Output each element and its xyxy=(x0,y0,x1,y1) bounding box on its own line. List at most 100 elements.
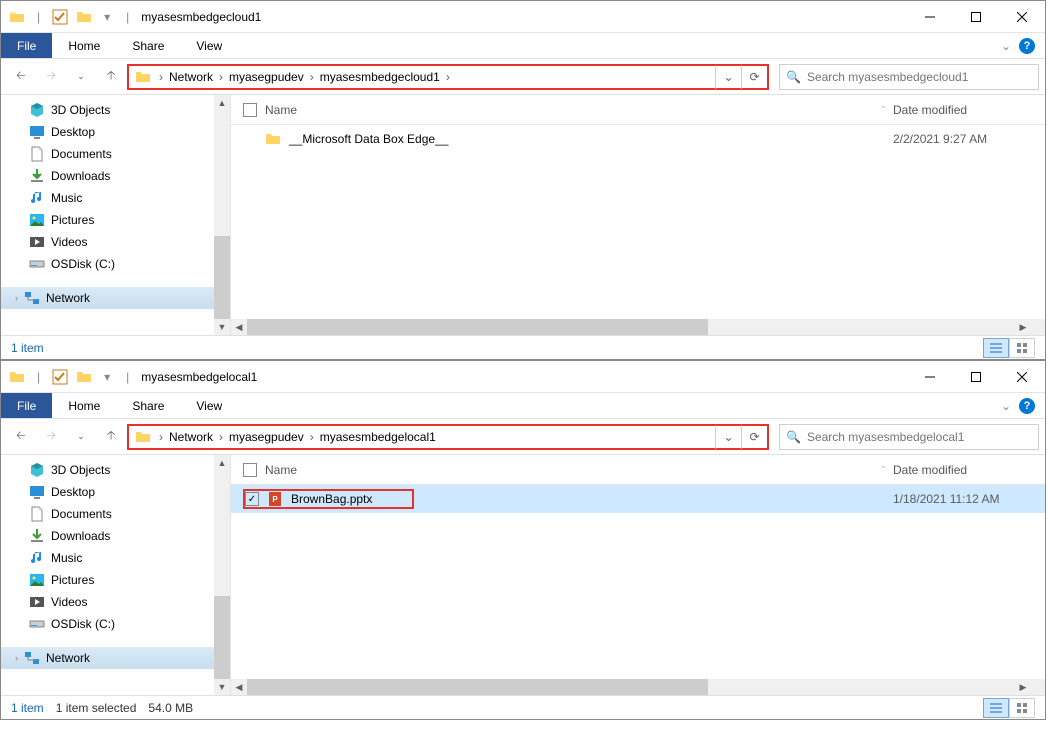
back-button[interactable]: 🡠 xyxy=(7,63,35,91)
up-button[interactable]: 🡡 xyxy=(97,63,125,91)
search-input[interactable] xyxy=(807,70,1032,84)
scroll-thumb[interactable] xyxy=(247,319,708,335)
chevron-right-icon[interactable]: › xyxy=(217,430,225,444)
breadcrumb-segment[interactable]: Network xyxy=(165,430,217,444)
share-tab[interactable]: Share xyxy=(116,33,180,58)
chevron-right-icon[interactable]: › xyxy=(308,430,316,444)
chevron-right-icon[interactable]: › xyxy=(15,653,18,663)
sidebar-item-music[interactable]: Music xyxy=(1,187,230,209)
address-dropdown[interactable]: ⌄ xyxy=(715,65,741,89)
scroll-up-icon[interactable]: ▲ xyxy=(214,455,230,471)
search-input[interactable] xyxy=(807,430,1032,444)
column-name[interactable]: Name xyxy=(265,463,297,477)
scrollbar-vertical[interactable]: ▲▼ xyxy=(214,455,230,695)
chevron-right-icon[interactable]: › xyxy=(308,70,316,84)
address-bar[interactable]: › Network › myasegpudev › myasesmbedgelo… xyxy=(127,424,769,450)
sidebar-item-3d-objects[interactable]: 3D Objects xyxy=(1,99,230,121)
recent-dropdown[interactable]: ⌄ xyxy=(67,63,95,91)
file-name[interactable]: BrownBag.pptx xyxy=(291,492,372,506)
scroll-down-icon[interactable]: ▼ xyxy=(214,679,230,695)
home-tab[interactable]: Home xyxy=(52,393,116,418)
sidebar-item-videos[interactable]: Videos xyxy=(1,231,230,253)
icons-view-button[interactable] xyxy=(1009,698,1035,718)
details-view-button[interactable] xyxy=(983,698,1009,718)
close-button[interactable] xyxy=(999,1,1045,33)
column-date[interactable]: Date modified xyxy=(893,463,1033,477)
dropdown-icon[interactable]: ▾ xyxy=(104,370,110,384)
sidebar-item-documents[interactable]: Documents xyxy=(1,143,230,165)
scroll-right-icon[interactable]: ▶ xyxy=(1015,679,1031,695)
details-view-button[interactable] xyxy=(983,338,1009,358)
refresh-button[interactable]: ⟳ xyxy=(741,425,767,449)
chevron-right-icon[interactable]: › xyxy=(15,293,18,303)
sidebar-item-pictures[interactable]: Pictures xyxy=(1,569,230,591)
sidebar-item-pictures[interactable]: Pictures xyxy=(1,209,230,231)
sidebar-item-osdisk[interactable]: OSDisk (C:) xyxy=(1,253,230,275)
icons-view-button[interactable] xyxy=(1009,338,1035,358)
checkbox-icon[interactable] xyxy=(52,369,68,385)
dropdown-icon[interactable]: ▾ xyxy=(104,10,110,24)
file-row[interactable]: __Microsoft Data Box Edge__ 2/2/2021 9:2… xyxy=(231,125,1045,153)
nav-pane[interactable]: 3D Objects Desktop Documents Downloads M… xyxy=(1,95,231,335)
chevron-down-icon[interactable]: ⌄ xyxy=(1001,39,1011,53)
sidebar-item-music[interactable]: Music xyxy=(1,547,230,569)
sidebar-item-downloads[interactable]: Downloads xyxy=(1,165,230,187)
search-box[interactable]: 🔍 xyxy=(779,64,1039,90)
help-icon[interactable]: ? xyxy=(1019,38,1035,54)
breadcrumb-segment[interactable]: myasesmbedgelocal1 xyxy=(316,430,440,444)
back-button[interactable]: 🡠 xyxy=(7,423,35,451)
title-bar[interactable]: | ▾ | myasesmbedgecloud1 xyxy=(1,1,1045,33)
chevron-right-icon[interactable]: › xyxy=(157,430,165,444)
column-name[interactable]: Name xyxy=(265,103,297,117)
sidebar-item-desktop[interactable]: Desktop xyxy=(1,481,230,503)
scroll-down-icon[interactable]: ▼ xyxy=(214,319,230,335)
forward-button[interactable]: 🡢 xyxy=(37,63,65,91)
close-button[interactable] xyxy=(999,361,1045,393)
file-checkbox[interactable]: ✓ xyxy=(245,492,259,506)
scrollbar-horizontal[interactable]: ◀▶ xyxy=(231,319,1031,335)
scroll-right-icon[interactable]: ▶ xyxy=(1015,319,1031,335)
scroll-left-icon[interactable]: ◀ xyxy=(231,679,247,695)
scrollbar-horizontal[interactable]: ◀▶ xyxy=(231,679,1031,695)
scroll-up-icon[interactable]: ▲ xyxy=(214,95,230,111)
chevron-right-icon[interactable]: › xyxy=(217,70,225,84)
file-list[interactable]: Name ˆ Date modified __Microsoft Data Bo… xyxy=(231,95,1045,335)
sidebar-item-osdisk[interactable]: OSDisk (C:) xyxy=(1,613,230,635)
checkbox-icon[interactable] xyxy=(52,9,68,25)
refresh-button[interactable]: ⟳ xyxy=(741,65,767,89)
view-tab[interactable]: View xyxy=(180,33,238,58)
file-tab[interactable]: File xyxy=(1,393,52,418)
sidebar-item-desktop[interactable]: Desktop xyxy=(1,121,230,143)
chevron-down-icon[interactable]: ⌄ xyxy=(1001,399,1011,413)
file-row[interactable]: ✓ P BrownBag.pptx 1/18/2021 11:12 AM xyxy=(231,485,1045,513)
share-tab[interactable]: Share xyxy=(116,393,180,418)
scroll-left-icon[interactable]: ◀ xyxy=(231,319,247,335)
home-tab[interactable]: Home xyxy=(52,33,116,58)
scroll-thumb[interactable] xyxy=(247,679,708,695)
sidebar-item-downloads[interactable]: Downloads xyxy=(1,525,230,547)
sidebar-item-network[interactable]: ›Network xyxy=(1,287,230,309)
file-tab[interactable]: File xyxy=(1,33,52,58)
chevron-right-icon[interactable]: › xyxy=(157,70,165,84)
recent-dropdown[interactable]: ⌄ xyxy=(67,423,95,451)
sidebar-item-network[interactable]: ›Network xyxy=(1,647,230,669)
view-tab[interactable]: View xyxy=(180,393,238,418)
column-date[interactable]: Date modified xyxy=(893,103,1033,117)
chevron-right-icon[interactable]: › xyxy=(444,70,452,84)
select-all-checkbox[interactable] xyxy=(243,463,257,477)
address-dropdown[interactable]: ⌄ xyxy=(715,425,741,449)
sidebar-item-documents[interactable]: Documents xyxy=(1,503,230,525)
sort-indicator-icon[interactable]: ˆ xyxy=(882,465,885,475)
address-bar[interactable]: › Network › myasegpudev › myasesmbedgecl… xyxy=(127,64,769,90)
minimize-button[interactable] xyxy=(907,361,953,393)
forward-button[interactable]: 🡢 xyxy=(37,423,65,451)
breadcrumb-segment[interactable]: myasesmbedgecloud1 xyxy=(316,70,444,84)
nav-pane[interactable]: 3D Objects Desktop Documents Downloads M… xyxy=(1,455,231,695)
scroll-thumb[interactable] xyxy=(214,596,230,679)
sort-indicator-icon[interactable]: ˆ xyxy=(882,105,885,115)
maximize-button[interactable] xyxy=(953,1,999,33)
search-box[interactable]: 🔍 xyxy=(779,424,1039,450)
scroll-thumb[interactable] xyxy=(214,236,230,319)
minimize-button[interactable] xyxy=(907,1,953,33)
maximize-button[interactable] xyxy=(953,361,999,393)
